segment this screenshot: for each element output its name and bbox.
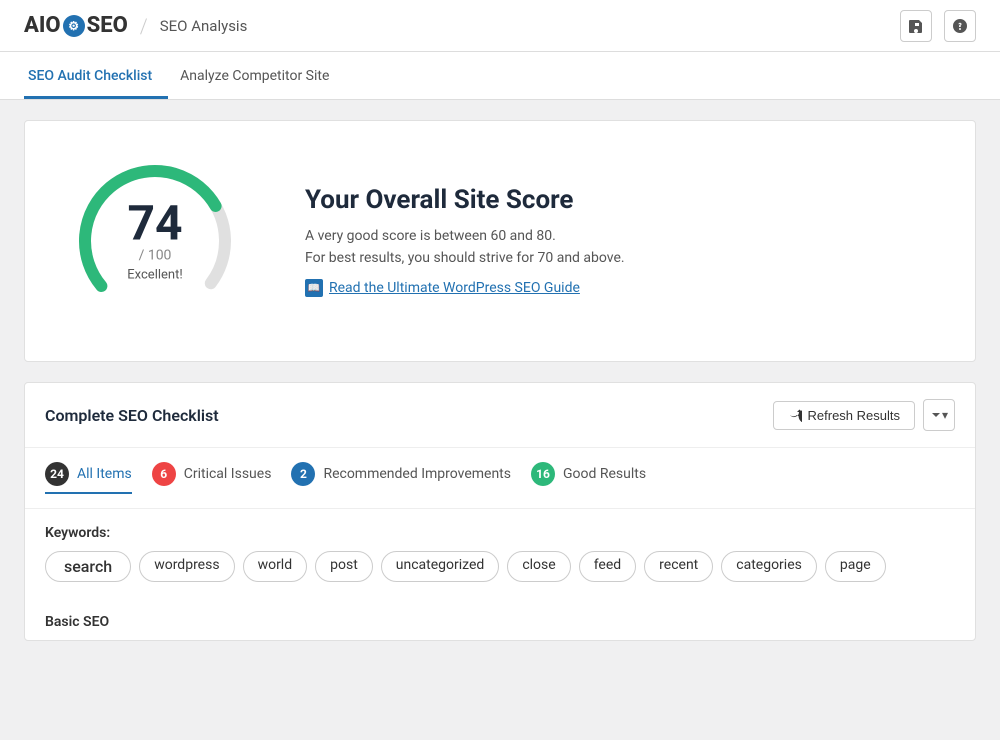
logo-icon: ⚙ — [63, 15, 85, 37]
collapse-button[interactable]: ▾ — [923, 399, 955, 431]
gauge-center: 74 / 100 Excellent! — [127, 200, 182, 283]
score-desc-line1: A very good score is between 60 and 80. — [305, 225, 625, 247]
logo: AIO ⚙ SEO — [24, 13, 128, 38]
logo-text-aio: AIO — [24, 13, 61, 38]
score-desc-line2: For best results, you should strive for … — [305, 247, 625, 269]
filter-tabs: 24 All Items 6 Critical Issues 2 Recomme… — [25, 448, 975, 509]
checklist-title: Complete SEO Checklist — [45, 406, 219, 425]
gauge-container: 74 / 100 Excellent! — [65, 151, 245, 331]
filter-label-all: All Items — [77, 466, 132, 482]
keyword-search[interactable]: search — [45, 551, 131, 582]
book-icon: 📖 — [305, 279, 323, 297]
checklist-actions: Refresh Results ▾ — [773, 399, 955, 431]
badge-recommended: 2 — [291, 462, 315, 486]
filter-label-recommended: Recommended Improvements — [323, 466, 511, 482]
score-card: 74 / 100 Excellent! Your Overall Site Sc… — [24, 120, 976, 362]
logo-text-seo: SEO — [87, 13, 128, 38]
keyword-world[interactable]: world — [243, 551, 308, 582]
checklist-header: Complete SEO Checklist Refresh Results ▾ — [25, 383, 975, 448]
gauge-label: Excellent! — [127, 268, 182, 283]
basic-seo-section-label: Basic SEO — [25, 614, 975, 640]
keyword-page[interactable]: page — [825, 551, 886, 582]
keyword-feed[interactable]: feed — [579, 551, 636, 582]
badge-good: 16 — [531, 462, 555, 486]
refresh-button[interactable]: Refresh Results — [773, 401, 915, 430]
main-content: 74 / 100 Excellent! Your Overall Site Sc… — [0, 100, 1000, 661]
score-link-text: Read the Ultimate WordPress SEO Guide — [329, 280, 580, 296]
keywords-label: Keywords: — [45, 525, 955, 541]
filter-tab-all[interactable]: 24 All Items — [45, 462, 132, 494]
filter-tab-critical[interactable]: 6 Critical Issues — [152, 462, 272, 494]
score-title: Your Overall Site Score — [305, 185, 625, 215]
keywords-list: search wordpress world post uncategorize… — [45, 551, 955, 582]
keyword-wordpress[interactable]: wordpress — [139, 551, 234, 582]
help-button[interactable] — [944, 10, 976, 42]
score-info: Your Overall Site Score A very good scor… — [305, 185, 625, 298]
header: AIO ⚙ SEO / SEO Analysis — [0, 0, 1000, 52]
keyword-recent[interactable]: recent — [644, 551, 713, 582]
checklist-section: Complete SEO Checklist Refresh Results ▾ — [24, 382, 976, 641]
keyword-categories[interactable]: categories — [721, 551, 817, 582]
keyword-uncategorized[interactable]: uncategorized — [381, 551, 500, 582]
gauge-score: 74 — [127, 200, 182, 248]
filter-tab-recommended[interactable]: 2 Recommended Improvements — [291, 462, 511, 494]
filter-tab-good[interactable]: 16 Good Results — [531, 462, 646, 494]
keyword-close[interactable]: close — [507, 551, 570, 582]
filter-label-good: Good Results — [563, 466, 646, 482]
tabs-bar: SEO Audit Checklist Analyze Competitor S… — [0, 52, 1000, 100]
header-divider: / — [140, 14, 148, 38]
tab-competitor[interactable]: Analyze Competitor Site — [176, 56, 345, 99]
refresh-icon — [788, 408, 802, 422]
header-left: AIO ⚙ SEO / SEO Analysis — [24, 13, 247, 38]
keywords-section: Keywords: search wordpress world post un… — [25, 509, 975, 614]
refresh-label: Refresh Results — [808, 408, 900, 423]
badge-all: 24 — [45, 462, 69, 486]
chevron-down-icon — [930, 409, 942, 421]
header-page-title: SEO Analysis — [160, 17, 248, 35]
filter-label-critical: Critical Issues — [184, 466, 272, 482]
keyword-post[interactable]: post — [315, 551, 373, 582]
save-button[interactable] — [900, 10, 932, 42]
tab-seo-audit[interactable]: SEO Audit Checklist — [24, 56, 168, 99]
badge-critical: 6 — [152, 462, 176, 486]
score-guide-link[interactable]: 📖 Read the Ultimate WordPress SEO Guide — [305, 279, 580, 297]
header-actions — [900, 10, 976, 42]
